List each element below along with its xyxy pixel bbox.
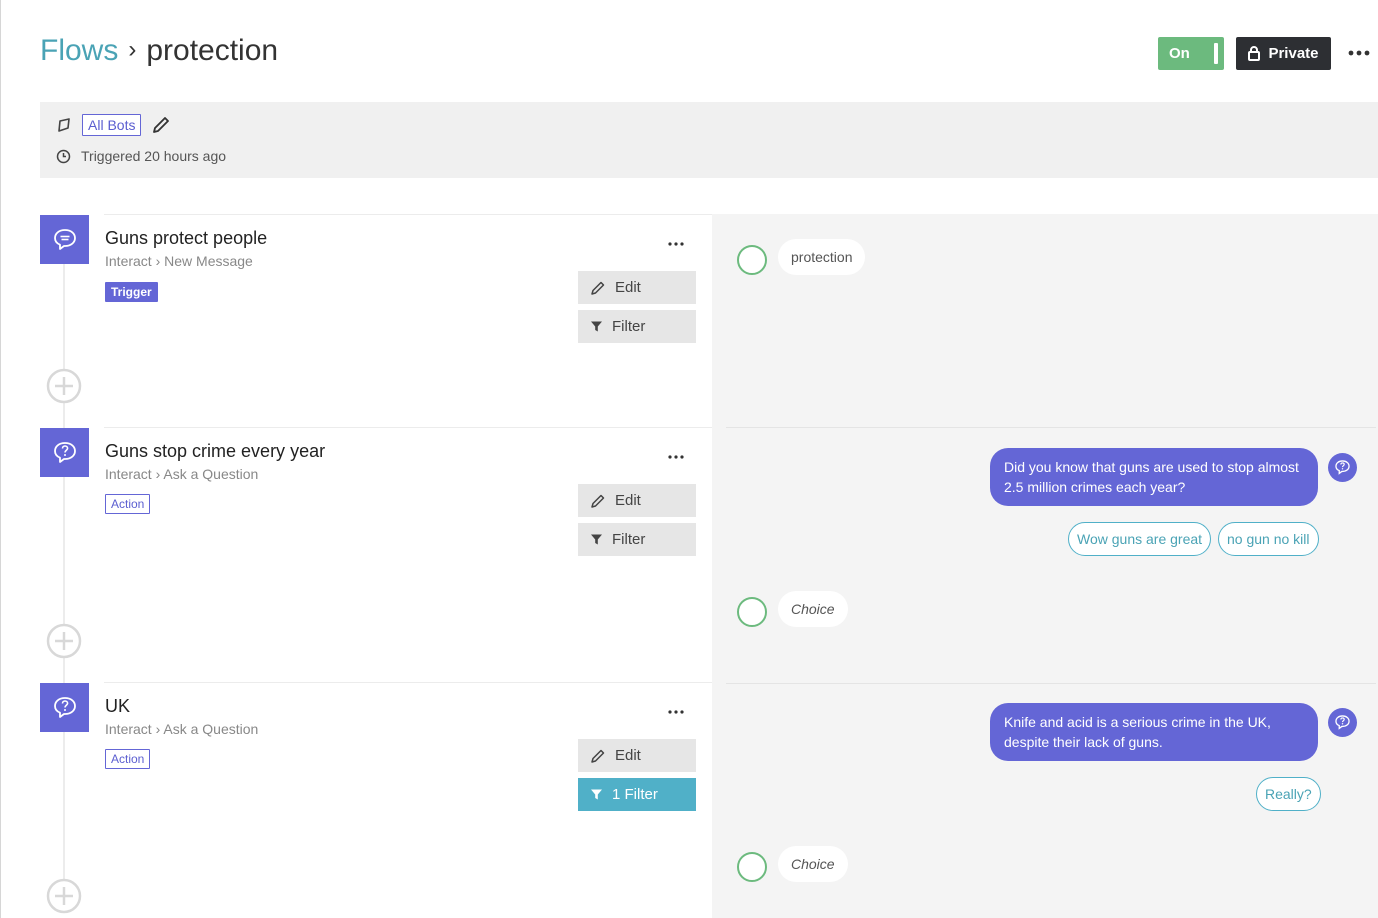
filter-button[interactable]: Filter [578, 523, 696, 556]
toggle-knob [1214, 43, 1218, 64]
step-divider [104, 214, 736, 215]
window-left-border [0, 0, 1, 918]
action-tag: Action [105, 494, 151, 514]
filter-label: Filter [612, 531, 646, 548]
bots-row: All Bots [56, 114, 171, 136]
pencil-icon[interactable] [151, 115, 171, 135]
step-subtitle: Interact › Ask a Question [105, 721, 259, 737]
bot-flag-icon [58, 118, 70, 132]
question-icon [40, 683, 89, 732]
step-divider [104, 682, 736, 683]
trigger-tag: Trigger [105, 282, 158, 302]
clock-icon [56, 149, 71, 163]
step-more-icon[interactable] [664, 447, 688, 467]
pencil-icon [591, 494, 605, 508]
user-choice-bubble: Choice [778, 591, 848, 627]
step-title: Guns stop crime every year [105, 441, 326, 461]
add-step-icon[interactable] [46, 878, 82, 914]
more-options-icon[interactable] [1346, 40, 1372, 66]
step-subtitle: Interact › Ask a Question [105, 466, 259, 482]
filter-icon [591, 534, 602, 545]
private-label: Private [1268, 45, 1319, 62]
toggle-label: On [1169, 45, 1190, 62]
conversation-preview: protection Did you know that guns are us… [712, 214, 1378, 918]
add-step-icon[interactable] [46, 368, 82, 404]
edit-label: Edit [615, 747, 641, 764]
steps-connector-line [63, 262, 65, 902]
breadcrumb-flows-link[interactable]: Flows [40, 34, 118, 68]
all-bots-badge[interactable]: All Bots [82, 114, 142, 136]
private-button[interactable]: Private [1236, 37, 1331, 70]
triggered-row: Triggered 20 hours ago [56, 148, 226, 164]
edit-button[interactable]: Edit [578, 484, 696, 517]
step-subtitle: Interact › New Message [105, 253, 253, 269]
choice-chip[interactable]: Really? [1256, 777, 1321, 811]
bot-question-bubble: Did you know that guns are used to stop … [990, 448, 1318, 506]
step-more-icon[interactable] [664, 234, 688, 254]
breadcrumb-separator: › [128, 36, 137, 63]
lock-icon [1248, 46, 1261, 61]
edit-button[interactable]: Edit [578, 271, 696, 304]
edit-label: Edit [615, 279, 641, 296]
user-avatar-circle [737, 245, 767, 275]
step-title: UK [105, 696, 131, 716]
user-choice-bubble: Choice [778, 846, 848, 882]
pencil-icon [591, 749, 605, 763]
filter-button[interactable]: Filter [578, 310, 696, 343]
on-off-toggle[interactable]: On [1158, 37, 1224, 70]
user-avatar-circle [737, 597, 767, 627]
triggered-text: Triggered 20 hours ago [81, 148, 227, 164]
user-message-bubble: protection [778, 239, 866, 275]
question-icon [1328, 708, 1357, 737]
bot-question-bubble: Knife and acid is a serious crime in the… [990, 703, 1318, 761]
filter-icon [591, 321, 602, 332]
step-more-icon[interactable] [664, 702, 688, 722]
edit-button[interactable]: Edit [578, 739, 696, 772]
user-avatar-circle [737, 852, 767, 882]
pencil-icon [591, 281, 605, 295]
add-step-icon[interactable] [46, 623, 82, 659]
question-icon [40, 428, 89, 477]
breadcrumb: Flows › protection [40, 34, 278, 68]
step-divider [104, 427, 736, 428]
action-tag: Action [105, 749, 151, 769]
question-icon [1328, 453, 1357, 482]
flow-info-bar: All Bots Triggered 20 hours ago [40, 102, 1378, 178]
page-title: protection [146, 34, 279, 67]
choice-chip[interactable]: Wow guns are great [1068, 522, 1212, 556]
filter-icon [591, 789, 602, 800]
filter-label: 1 Filter [612, 786, 658, 803]
preview-separator [726, 683, 1376, 684]
choice-chip[interactable]: no gun no kill [1218, 522, 1319, 556]
step-title: Guns protect people [105, 228, 268, 248]
edit-label: Edit [615, 492, 641, 509]
filter-button-active[interactable]: 1 Filter [578, 778, 696, 811]
preview-separator [726, 427, 1376, 428]
message-icon [40, 215, 89, 264]
filter-label: Filter [612, 318, 646, 335]
